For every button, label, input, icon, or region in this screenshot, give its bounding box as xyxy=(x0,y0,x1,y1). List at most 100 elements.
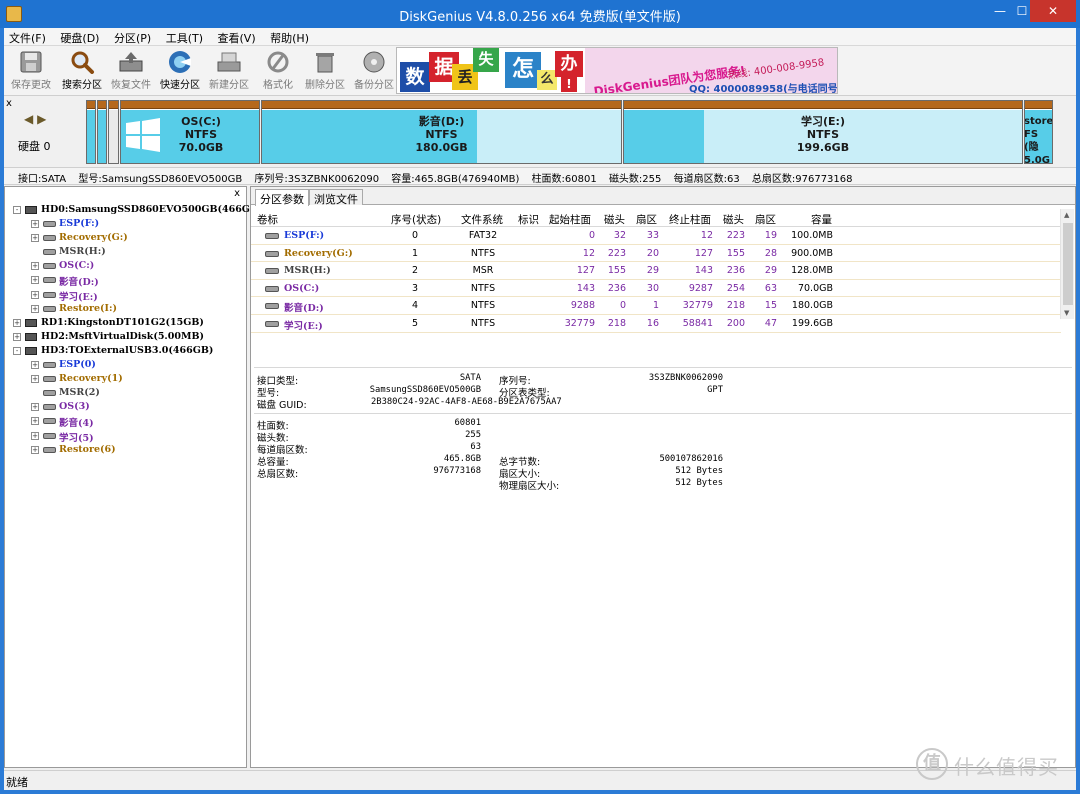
expand-icon[interactable]: + xyxy=(31,290,39,299)
expand-icon[interactable]: + xyxy=(13,332,21,341)
ad-banner[interactable]: 数 据 丢 失 怎 么 办 ! DiskGenius团队为您服务! 热线: 40… xyxy=(396,47,838,94)
partition-bar-media[interactable]: 影音(D:) NTFS 180.0GB xyxy=(261,100,622,164)
tree-partition-item[interactable]: + 影音(D:) xyxy=(5,273,245,288)
table-scrollbar[interactable]: ▲ ▼ xyxy=(1060,209,1074,319)
tree-disk-item[interactable]: + RD1:KingstonDT101G2(15GB) xyxy=(5,316,245,330)
collapse-icon[interactable]: - xyxy=(13,346,21,355)
expand-icon[interactable]: + xyxy=(31,234,39,243)
expand-icon[interactable]: + xyxy=(31,403,39,412)
tree-partition-item[interactable]: + 学习(5) xyxy=(5,429,245,444)
table-row[interactable]: 学习(E:) 5 NTFS 32779 218 16 58841 200 47 199.6GB xyxy=(251,315,1061,333)
cell-index: 5 xyxy=(411,317,419,329)
backup-partition-button[interactable]: 备份分区 xyxy=(350,49,398,93)
expand-icon[interactable]: + xyxy=(31,445,39,454)
format-button[interactable]: 格式化 xyxy=(254,49,302,93)
new-partition-button[interactable]: 新建分区 xyxy=(205,49,253,93)
disk-sectors-per-track: 每道扇区数:63 xyxy=(673,174,740,185)
watermark-logo: 值 xyxy=(916,748,948,780)
cell-index: 3 xyxy=(411,282,419,294)
delete-partition-button[interactable]: 删除分区 xyxy=(301,49,349,93)
partition-bar-msr[interactable] xyxy=(108,100,119,164)
cell-start-sector: 16 xyxy=(646,317,659,329)
table-row[interactable]: ESP(F:) 0 FAT32 0 32 33 12 223 19 100.0MB xyxy=(251,227,1061,245)
tree-partition-item[interactable]: MSR(2) xyxy=(5,386,245,400)
tree-disk-item[interactable]: + HD2:MsftVirtualDisk(5.00MB) xyxy=(5,330,245,344)
table-row[interactable]: MSR(H:) 2 MSR 127 155 29 143 236 29 128.0MB xyxy=(251,262,1061,280)
cell-volume: 学习(E:) xyxy=(284,320,323,332)
nav-right-icon[interactable]: ▶ xyxy=(37,112,46,126)
expand-icon[interactable]: + xyxy=(31,220,39,229)
cell-index: 4 xyxy=(411,300,419,312)
menu-tools[interactable]: 工具(T) xyxy=(161,28,209,45)
banner-char: 办 xyxy=(555,51,583,77)
expand-icon[interactable]: + xyxy=(31,262,39,271)
tree-disk-item[interactable]: - HD0:SamsungSSD860EVO500GB(466GB) xyxy=(5,203,262,217)
cell-end-head: 236 xyxy=(726,265,745,277)
nav-left-icon[interactable]: ◀ xyxy=(24,112,33,126)
tree-partition-item[interactable]: MSR(H:) xyxy=(5,245,245,259)
tree-partition-item[interactable]: + OS(C:) xyxy=(5,259,245,273)
tree-partition-item[interactable]: + Recovery(1) xyxy=(5,372,245,386)
expand-icon[interactable]: + xyxy=(31,431,39,440)
expand-icon[interactable]: + xyxy=(13,318,21,327)
diskmap-close-button[interactable]: x xyxy=(6,98,12,109)
menu-bar: 文件(F) 硬盘(D) 分区(P) 工具(T) 查看(V) 帮助(H) xyxy=(4,28,1076,46)
cell-start-head: 223 xyxy=(607,247,626,259)
tree-partition-item[interactable]: + 影音(4) xyxy=(5,414,245,429)
partition-bar-study[interactable]: 学习(E:) NTFS 199.6GB xyxy=(623,100,1023,164)
tree-disk-item[interactable]: - HD3:TOExternalUSB3.0(466GB) xyxy=(5,344,245,358)
partition-bar-recovery[interactable] xyxy=(97,100,107,164)
cell-end-head: 254 xyxy=(726,282,745,294)
tree-partition-item[interactable]: + ESP(0) xyxy=(5,358,245,372)
menu-file[interactable]: 文件(F) xyxy=(4,28,52,45)
tab-browse-files[interactable]: 浏览文件 xyxy=(309,189,363,206)
table-row[interactable]: OS(C:) 3 NTFS 143 236 30 9287 254 63 70.0GB xyxy=(251,280,1061,298)
tree-partition-item[interactable]: + 学习(E:) xyxy=(5,288,245,303)
cell-start-head: 32 xyxy=(613,230,626,241)
expand-icon[interactable]: + xyxy=(31,375,39,384)
close-button[interactable]: ✕ xyxy=(1030,0,1076,22)
tab-partition-params[interactable]: 分区参数 xyxy=(255,189,309,206)
partition-icon xyxy=(43,418,56,425)
tree-close-button[interactable]: x xyxy=(234,188,240,199)
save-icon xyxy=(18,50,44,74)
expand-icon[interactable]: + xyxy=(31,304,39,313)
col-start-cyl: 起始柱面 xyxy=(549,214,591,226)
partition-icon xyxy=(265,233,279,239)
table-row[interactable]: Recovery(G:) 1 NTFS 12 223 20 127 155 28 900.0MB xyxy=(251,245,1061,263)
menu-view[interactable]: 查看(V) xyxy=(213,28,262,45)
scroll-thumb[interactable] xyxy=(1063,223,1073,305)
detail-value: 512 Bytes xyxy=(675,478,723,488)
menu-disk[interactable]: 硬盘(D) xyxy=(55,28,105,45)
search-partition-button[interactable]: 搜索分区 xyxy=(58,49,106,93)
expand-icon[interactable]: + xyxy=(31,276,39,285)
table-row[interactable]: 影音(D:) 4 NTFS 9288 0 1 32779 218 15 180.0GB xyxy=(251,297,1061,315)
tree-item-label: HD3:TOExternalUSB3.0(466GB) xyxy=(41,344,214,356)
tree-partition-item[interactable]: + OS(3) xyxy=(5,400,245,414)
tree-partition-item[interactable]: + Restore(6) xyxy=(5,443,245,457)
tree-partition-item[interactable]: + Recovery(G:) xyxy=(5,231,245,245)
cell-start-sector: 29 xyxy=(646,265,659,277)
tree-partition-item[interactable]: + Restore(I:) xyxy=(5,302,245,316)
partition-name: 学习(E:) xyxy=(801,115,845,128)
cell-start-head: 155 xyxy=(607,265,626,277)
disk-icon xyxy=(25,318,37,327)
partition-bar-os[interactable]: OS(C:) NTFS 70.0GB xyxy=(120,100,260,164)
save-changes-button[interactable]: 保存更改 xyxy=(7,49,55,93)
scroll-up-icon[interactable]: ▲ xyxy=(1064,211,1069,219)
recover-icon xyxy=(118,50,144,74)
partition-icon xyxy=(265,320,279,327)
scroll-down-icon[interactable]: ▼ xyxy=(1064,309,1069,317)
menu-help[interactable]: 帮助(H) xyxy=(265,28,315,45)
detail-value: 976773168 xyxy=(433,466,481,476)
detail-value: 60801 xyxy=(454,418,481,428)
quick-partition-button[interactable]: 快速分区 xyxy=(156,49,204,93)
partition-bar-esp[interactable] xyxy=(86,100,96,164)
tree-partition-item[interactable]: + ESP(F:) xyxy=(5,217,245,231)
expand-icon[interactable]: + xyxy=(31,361,39,370)
expand-icon[interactable]: + xyxy=(31,417,39,426)
recover-files-button[interactable]: 恢复文件 xyxy=(107,49,155,93)
menu-partition[interactable]: 分区(P) xyxy=(109,28,157,45)
collapse-icon[interactable]: - xyxy=(13,206,21,214)
partition-bar-restore[interactable]: store( FS (隐 5.0G xyxy=(1024,100,1053,164)
